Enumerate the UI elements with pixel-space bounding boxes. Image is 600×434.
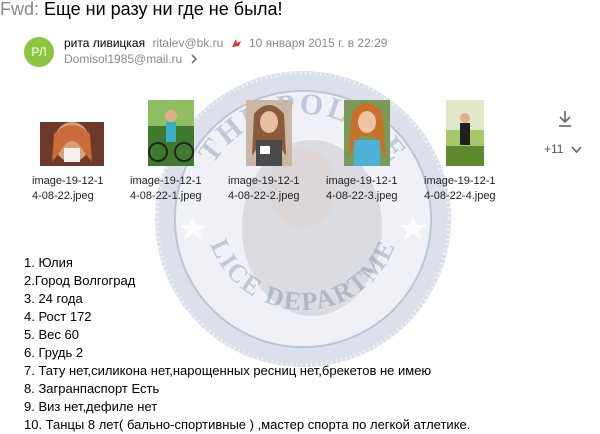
attachment-thumbnail[interactable] [148, 100, 194, 166]
attachment-thumbnail[interactable] [446, 100, 484, 166]
recipient-email[interactable]: Domisol1985@mail.ru [64, 52, 182, 66]
email-body: 1. Юлия 2.Город Волгоград 3. 24 года 4. … [24, 254, 470, 434]
body-line: 2.Город Волгоград [24, 273, 136, 288]
body-line: 4. Рост 172 [24, 309, 92, 324]
more-attachments-button[interactable]: +11 [544, 142, 582, 157]
subject-separator: : [34, 0, 40, 19]
attachment-name[interactable]: image-19-12-1 4-08-22-3.jpeg [326, 174, 412, 204]
body-line: 1. Юлия [24, 255, 73, 270]
body-line: 3. 24 года [24, 291, 83, 306]
attachment-name[interactable]: image-19-12-1 4-08-22-1.jpeg [130, 174, 216, 204]
subject-prefix: Fwd [0, 0, 35, 19]
important-flag-icon[interactable] [231, 37, 242, 51]
attachment-thumbnail[interactable] [246, 100, 292, 166]
body-line: 7. Тату нет,силикона нет,нарощенных ресн… [24, 363, 432, 378]
attachment-name[interactable]: image-19-12-1 4-08-22.jpeg [32, 174, 118, 204]
attachment-thumbnail[interactable] [40, 122, 104, 166]
body-line: 9. Виз нет,дефиле нет [24, 399, 158, 414]
more-attachments-count[interactable]: +11 [544, 142, 563, 156]
download-icon[interactable] [558, 110, 572, 133]
sender-name[interactable]: рита ливицкая [64, 36, 145, 50]
sent-date: 10 января 2015 г. в 22:29 [249, 36, 388, 50]
sender-line: рита ливицкая ritalev@bk.ru 10 января 20… [64, 36, 387, 51]
recipient-line[interactable]: Domisol1985@mail.ru [64, 52, 198, 67]
attachment-thumbnail[interactable] [344, 100, 390, 166]
attachments-controls: +11 [544, 110, 584, 158]
email-subject: Fwd: Еще ни разу ни где не была! [0, 0, 283, 20]
chevron-right-icon[interactable] [190, 53, 198, 67]
sender-avatar[interactable]: РЛ [24, 37, 54, 67]
body-line: 6. Грудь 2 [24, 345, 84, 360]
attachment-name[interactable]: image-19-12-1 4-08-22-4.jpeg [424, 174, 510, 204]
chevron-down-icon[interactable] [571, 143, 582, 157]
sender-email[interactable]: ritalev@bk.ru [152, 36, 223, 50]
subject-title: Еще ни разу ни где не была! [44, 0, 283, 19]
body-line: 8. Загранпаспорт Есть [24, 381, 160, 396]
attachment-name[interactable]: image-19-12-1 4-08-22-2.jpeg [228, 174, 314, 204]
body-line: 10. Танцы 8 лет( бально-спортивные ) ,ма… [24, 417, 471, 432]
body-line: 5. Вес 60 [24, 327, 79, 342]
